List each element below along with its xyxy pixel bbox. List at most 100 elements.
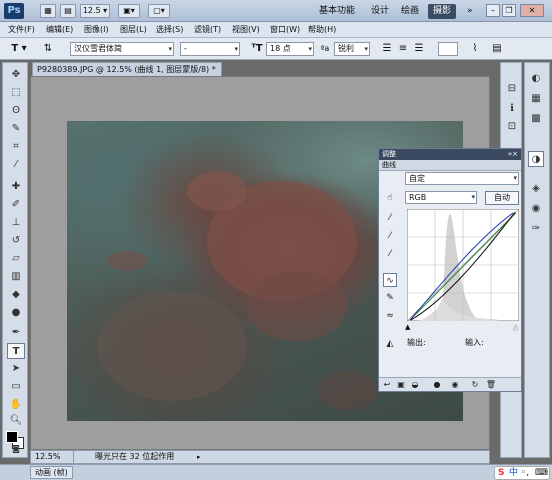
clipping-display-icon[interactable]: ◭	[383, 337, 397, 351]
dodge-tool-icon[interactable]: ●	[7, 305, 25, 321]
black-slider-icon[interactable]: ▲	[405, 323, 410, 331]
restore-icon[interactable]: ❐	[502, 4, 516, 17]
channels-panel-icon[interactable]: ◉	[528, 201, 544, 217]
return-to-list-icon[interactable]: ↩	[381, 379, 393, 391]
layers-panel-icon[interactable]: ◈	[528, 181, 544, 197]
curves-graph[interactable]	[407, 209, 519, 321]
white-slider-icon[interactable]: △	[513, 323, 518, 331]
black-point-eyedropper-icon[interactable]: ⁄	[383, 211, 397, 225]
ime-keyboard-icon[interactable]: ⌨	[535, 467, 548, 479]
minimize-icon[interactable]: –	[486, 4, 500, 17]
panel-collapse-icon[interactable]: »×	[508, 149, 518, 160]
font-family-dropdown[interactable]: 汉仪雪君体简 ▾	[70, 42, 174, 56]
zoom-dropdown[interactable]: 12.5 ▾	[80, 4, 110, 18]
navigator-panel-icon[interactable]: ⊡	[504, 119, 520, 135]
warp-text-icon[interactable]: ⌇	[468, 42, 482, 56]
ime-punct-icon[interactable]: ◦,	[521, 467, 529, 479]
lasso-tool-icon[interactable]: ʘ	[7, 103, 25, 119]
color-panel-icon[interactable]: ◐	[528, 71, 544, 87]
history-brush-tool-icon[interactable]: ↺	[7, 233, 25, 249]
crop-tool-icon[interactable]: ⌗	[7, 139, 25, 155]
input-label: 输入:	[465, 338, 484, 347]
swatches-panel-icon[interactable]: ▦	[528, 91, 544, 107]
curve-point-mode-icon[interactable]: ∿	[383, 273, 397, 287]
path-select-tool-icon[interactable]: ➤	[7, 361, 25, 377]
pen-tool-icon[interactable]: ✒	[7, 325, 25, 341]
clone-stamp-tool-icon[interactable]: ⊥	[7, 215, 25, 231]
adjustments-panel-icon[interactable]: ◑	[528, 151, 544, 167]
paths-panel-icon[interactable]: ✑	[528, 221, 544, 237]
panel-header[interactable]: 调整 »×	[379, 149, 521, 160]
zoom-readout[interactable]: 12.5%	[35, 451, 60, 463]
menu-filter[interactable]: 滤镜(T)	[194, 24, 221, 36]
smooth-curve-icon[interactable]: ≈	[383, 309, 397, 323]
gray-point-eyedropper-icon[interactable]: ⁄	[383, 229, 397, 243]
clip-to-layer-icon[interactable]: ◒	[409, 379, 421, 391]
workspace-painting[interactable]: 绘画	[396, 4, 424, 19]
auto-button[interactable]: 自动	[485, 191, 519, 205]
blur-tool-icon[interactable]: ◆	[7, 287, 25, 303]
font-size-dropdown[interactable]: 18 点 ▾	[266, 42, 314, 56]
screen-mode-icon[interactable]: ▢▾	[148, 4, 170, 18]
antialias-dropdown[interactable]: 锐利 ▾	[334, 42, 370, 56]
quick-select-tool-icon[interactable]: ✎	[7, 121, 25, 137]
document-tab[interactable]: P9280389.JPG @ 12.5% (曲线 1, 图层蒙版/8) * ✕	[32, 62, 222, 76]
curves-adjustment-panel: 调整 »× 曲线 自定 ▾ RGB ▾ 自动 ☝ ⁄ ⁄ ⁄ ∿ ✎ ≈ ◭ ▲ △…	[378, 148, 522, 392]
expanded-view-icon[interactable]: ▣	[395, 379, 407, 391]
bridge-icon[interactable]: ▦	[40, 4, 56, 18]
gradient-tool-icon[interactable]: ▥	[7, 269, 25, 285]
menu-select[interactable]: 选择(S)	[156, 24, 183, 36]
move-tool-icon[interactable]: ✥	[7, 67, 25, 83]
reset-icon[interactable]: ↻	[469, 379, 481, 391]
hand-tool-icon[interactable]: ✋	[7, 397, 25, 413]
menu-edit[interactable]: 编辑(E)	[46, 24, 73, 36]
healing-brush-tool-icon[interactable]: ✚	[7, 179, 25, 195]
workspace-photography[interactable]: 摄影	[428, 4, 457, 19]
previous-state-icon[interactable]: ◉	[449, 379, 461, 391]
pencil-draw-icon[interactable]: ✎	[383, 291, 397, 305]
visibility-icon[interactable]: ●	[431, 379, 443, 391]
type-tool-preset-icon[interactable]: T ▾	[6, 42, 32, 56]
align-center-icon[interactable]: ≡	[396, 42, 410, 56]
close-icon[interactable]: ✕	[520, 4, 544, 17]
align-left-icon[interactable]: ☰	[380, 42, 394, 56]
workspace-more-chevron[interactable]: »	[462, 4, 478, 19]
marquee-tool-icon[interactable]: ⬚	[7, 85, 25, 101]
styles-panel-icon[interactable]: ▩	[528, 111, 544, 127]
info-panel-icon[interactable]: ℹ	[504, 101, 520, 117]
align-right-icon[interactable]: ☰	[412, 42, 426, 56]
menu-layer[interactable]: 图层(L)	[120, 24, 147, 36]
type-tool-icon[interactable]: T	[7, 343, 25, 359]
delete-icon[interactable]: 🗑︎	[485, 379, 497, 391]
arrange-icon[interactable]: ▣▾	[118, 4, 140, 18]
ime-toolbar[interactable]: S 中 ◦, ⌨	[494, 466, 550, 480]
font-style-dropdown[interactable]: - ▾	[180, 42, 240, 56]
zoom-value: 12.5	[82, 6, 101, 15]
character-panel-icon[interactable]: ▤	[490, 42, 504, 56]
photoshop-logo: Ps	[4, 3, 24, 19]
histogram-panel-icon[interactable]: ⊟	[504, 81, 520, 97]
eyedropper-tool-icon[interactable]: ⁄	[7, 157, 25, 173]
quick-mask-icon[interactable]: ◙	[7, 441, 25, 457]
text-orientation-icon[interactable]: ⇅	[40, 42, 56, 56]
zoom-tool-icon[interactable]: 🔍︎	[7, 413, 25, 429]
workspace-design[interactable]: 设计	[366, 4, 394, 19]
status-menu-arrow-icon[interactable]: ▸	[197, 451, 201, 463]
targeted-adjust-icon[interactable]: ☝	[383, 191, 397, 205]
channel-dropdown[interactable]: RGB ▾	[405, 191, 477, 204]
menu-view[interactable]: 视图(V)	[232, 24, 260, 36]
menu-help[interactable]: 帮助(H)	[308, 24, 336, 36]
shape-tool-icon[interactable]: ▭	[7, 379, 25, 395]
panel-footer: ↩ ▣ ◒ ● ◉ ↻ 🗑︎	[379, 377, 521, 391]
animation-frames-tab[interactable]: 动画 (帧)	[30, 466, 73, 479]
workspace-essentials[interactable]: 基本功能	[314, 4, 360, 19]
white-point-eyedropper-icon[interactable]: ⁄	[383, 247, 397, 261]
eraser-tool-icon[interactable]: ▱	[7, 251, 25, 267]
minibridge-icon[interactable]: ▤	[60, 4, 76, 18]
menu-image[interactable]: 图像(I)	[84, 24, 109, 36]
menu-file[interactable]: 文件(F)	[8, 24, 35, 36]
brush-tool-icon[interactable]: ✐	[7, 197, 25, 213]
preset-dropdown[interactable]: 自定 ▾	[405, 172, 519, 185]
text-color-swatch[interactable]	[438, 42, 458, 56]
menu-window[interactable]: 窗口(W)	[270, 24, 300, 36]
